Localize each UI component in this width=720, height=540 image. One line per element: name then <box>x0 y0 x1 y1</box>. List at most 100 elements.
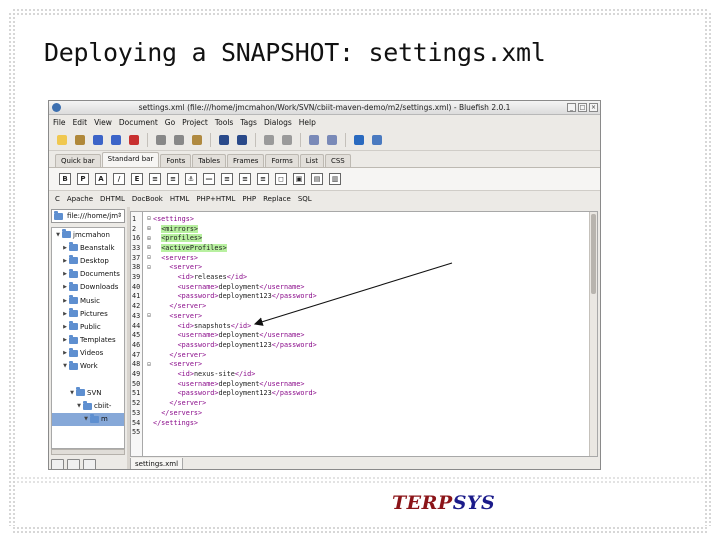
lang-menu-apache[interactable]: Apache <box>67 195 93 203</box>
menu-document[interactable]: Document <box>119 118 158 127</box>
tree-item[interactable]: ▶ Pictures <box>52 307 124 320</box>
menu-edit[interactable]: Edit <box>73 118 88 127</box>
menu-file[interactable]: File <box>53 118 66 127</box>
lang-menu-php-html[interactable]: PHP+HTML <box>196 195 235 203</box>
settings-button[interactable] <box>370 133 384 147</box>
standard-bar-button[interactable]: ⚓ <box>185 173 197 185</box>
tree-expander-icon[interactable]: ▶ <box>61 298 69 304</box>
standard-bar-button[interactable]: ≡ <box>149 173 161 185</box>
preview-button[interactable] <box>352 133 366 147</box>
tree-expander-icon[interactable]: ▶ <box>61 324 69 330</box>
fold-marker-icon[interactable]: ⊞ <box>145 244 153 251</box>
tree-expander-icon[interactable]: ▼ <box>68 390 76 396</box>
lang-menu-php[interactable]: PHP <box>242 195 256 203</box>
replace-button[interactable] <box>235 133 249 147</box>
tree-item[interactable]: ▶ Documents <box>52 268 124 281</box>
tab-quick-bar[interactable]: Quick bar <box>55 154 101 167</box>
save-as-button[interactable] <box>109 133 123 147</box>
cut-button[interactable] <box>154 133 168 147</box>
tree-item[interactable] <box>52 373 124 386</box>
tree-item[interactable]: ▶ Public <box>52 320 124 333</box>
tree-item[interactable]: ▶ Desktop <box>52 254 124 267</box>
standard-bar-button[interactable]: B <box>59 173 71 185</box>
tree-expander-icon[interactable]: ▶ <box>61 245 69 251</box>
tree-expander-icon[interactable]: ▶ <box>61 350 69 356</box>
lang-menu-html[interactable]: HTML <box>170 195 189 203</box>
tree-expander-icon[interactable]: ▼ <box>75 403 83 409</box>
lang-menu-docbook[interactable]: DocBook <box>132 195 163 203</box>
tree-item[interactable]: ▼ cbiit- <box>52 399 124 412</box>
standard-bar-button[interactable]: A <box>95 173 107 185</box>
new-document-button[interactable] <box>55 133 69 147</box>
tree-expander-icon[interactable]: ▼ <box>54 232 62 238</box>
lang-menu-replace[interactable]: Replace <box>263 195 291 203</box>
standard-bar-button[interactable]: — <box>203 173 215 185</box>
menu-help[interactable]: Help <box>299 118 316 127</box>
standard-bar-button[interactable]: / <box>113 173 125 185</box>
menu-dialogs[interactable]: Dialogs <box>264 118 292 127</box>
tab-forms[interactable]: Forms <box>265 154 299 167</box>
standard-bar-button[interactable]: ▥ <box>329 173 341 185</box>
fold-marker-icon[interactable]: ⊞ <box>145 225 153 232</box>
fold-marker-icon[interactable]: ⊟ <box>145 264 153 271</box>
tree-item[interactable]: ▼ Work <box>52 360 124 373</box>
menu-view[interactable]: View <box>94 118 112 127</box>
editor-vertical-scrollbar[interactable] <box>589 212 597 456</box>
lang-menu-dhtml[interactable]: DHTML <box>100 195 125 203</box>
tree-item[interactable]: ▶ Music <box>52 294 124 307</box>
tab-tables[interactable]: Tables <box>192 154 226 167</box>
menu-tools[interactable]: Tools <box>215 118 233 127</box>
tree-expander-icon[interactable]: ▶ <box>61 311 69 317</box>
tab-frames[interactable]: Frames <box>226 154 265 167</box>
indent-button[interactable] <box>307 133 321 147</box>
tree-expander-icon[interactable]: ▼ <box>82 416 90 422</box>
standard-bar-button[interactable]: ≡ <box>257 173 269 185</box>
sidebar-bookmarks-button[interactable] <box>67 459 80 469</box>
standard-bar-button[interactable]: P <box>77 173 89 185</box>
close-button[interactable] <box>127 133 141 147</box>
minimize-button[interactable]: _ <box>567 103 576 112</box>
standard-bar-button[interactable]: ▤ <box>311 173 323 185</box>
standard-bar-button[interactable]: ◻ <box>275 173 287 185</box>
sidebar-filebrowser-button[interactable] <box>51 459 64 469</box>
close-window-button[interactable]: × <box>589 103 598 112</box>
tab-list[interactable]: List <box>299 154 324 167</box>
save-button[interactable] <box>91 133 105 147</box>
maximize-button[interactable]: □ <box>578 103 587 112</box>
lang-menu-sql[interactable]: SQL <box>298 195 312 203</box>
find-button[interactable] <box>217 133 231 147</box>
lang-menu-c[interactable]: C <box>55 195 60 203</box>
standard-bar-button[interactable]: ▣ <box>293 173 305 185</box>
open-button[interactable] <box>73 133 87 147</box>
standard-bar-button[interactable]: E <box>131 173 143 185</box>
unindent-button[interactable] <box>325 133 339 147</box>
sidebar-horizontal-scrollbar[interactable] <box>51 449 125 455</box>
sidebar-snippets-button[interactable] <box>83 459 96 469</box>
tree-item[interactable]: ▶ Templates <box>52 334 124 347</box>
paste-button[interactable] <box>190 133 204 147</box>
standard-bar-button[interactable]: ≡ <box>239 173 251 185</box>
fold-marker-icon[interactable]: ⊟ <box>145 361 153 368</box>
tab-fonts[interactable]: Fonts <box>160 154 192 167</box>
document-tab[interactable]: settings.xml <box>130 458 184 469</box>
tree-item[interactable]: ▼ SVN <box>52 386 124 399</box>
menu-project[interactable]: Project <box>182 118 208 127</box>
undo-button[interactable] <box>262 133 276 147</box>
tab-standard-bar[interactable]: Standard bar <box>101 152 160 167</box>
window-titlebar[interactable]: settings.xml (file:///home/jmcmahon/Work… <box>49 101 600 115</box>
menu-go[interactable]: Go <box>165 118 175 127</box>
fold-marker-icon[interactable]: ⊟ <box>145 215 153 222</box>
tab-css[interactable]: CSS <box>324 154 351 167</box>
tree-item[interactable]: ▼ m <box>52 412 124 426</box>
copy-button[interactable] <box>172 133 186 147</box>
tree-item[interactable]: ▶ Beanstalk <box>52 241 124 254</box>
redo-button[interactable] <box>280 133 294 147</box>
tree-expander-icon[interactable]: ▶ <box>61 271 69 277</box>
tree-expander-icon[interactable]: ▼ <box>61 363 69 369</box>
tree-expander-icon[interactable]: ▶ <box>61 284 69 290</box>
standard-bar-button[interactable]: ≡ <box>221 173 233 185</box>
fold-marker-icon[interactable]: ⊟ <box>145 312 153 319</box>
path-combo[interactable]: file:///home/jm ⇕ <box>51 209 125 223</box>
fold-marker-icon[interactable]: ⊞ <box>145 235 153 242</box>
tree-expander-icon[interactable]: ▶ <box>61 258 69 264</box>
